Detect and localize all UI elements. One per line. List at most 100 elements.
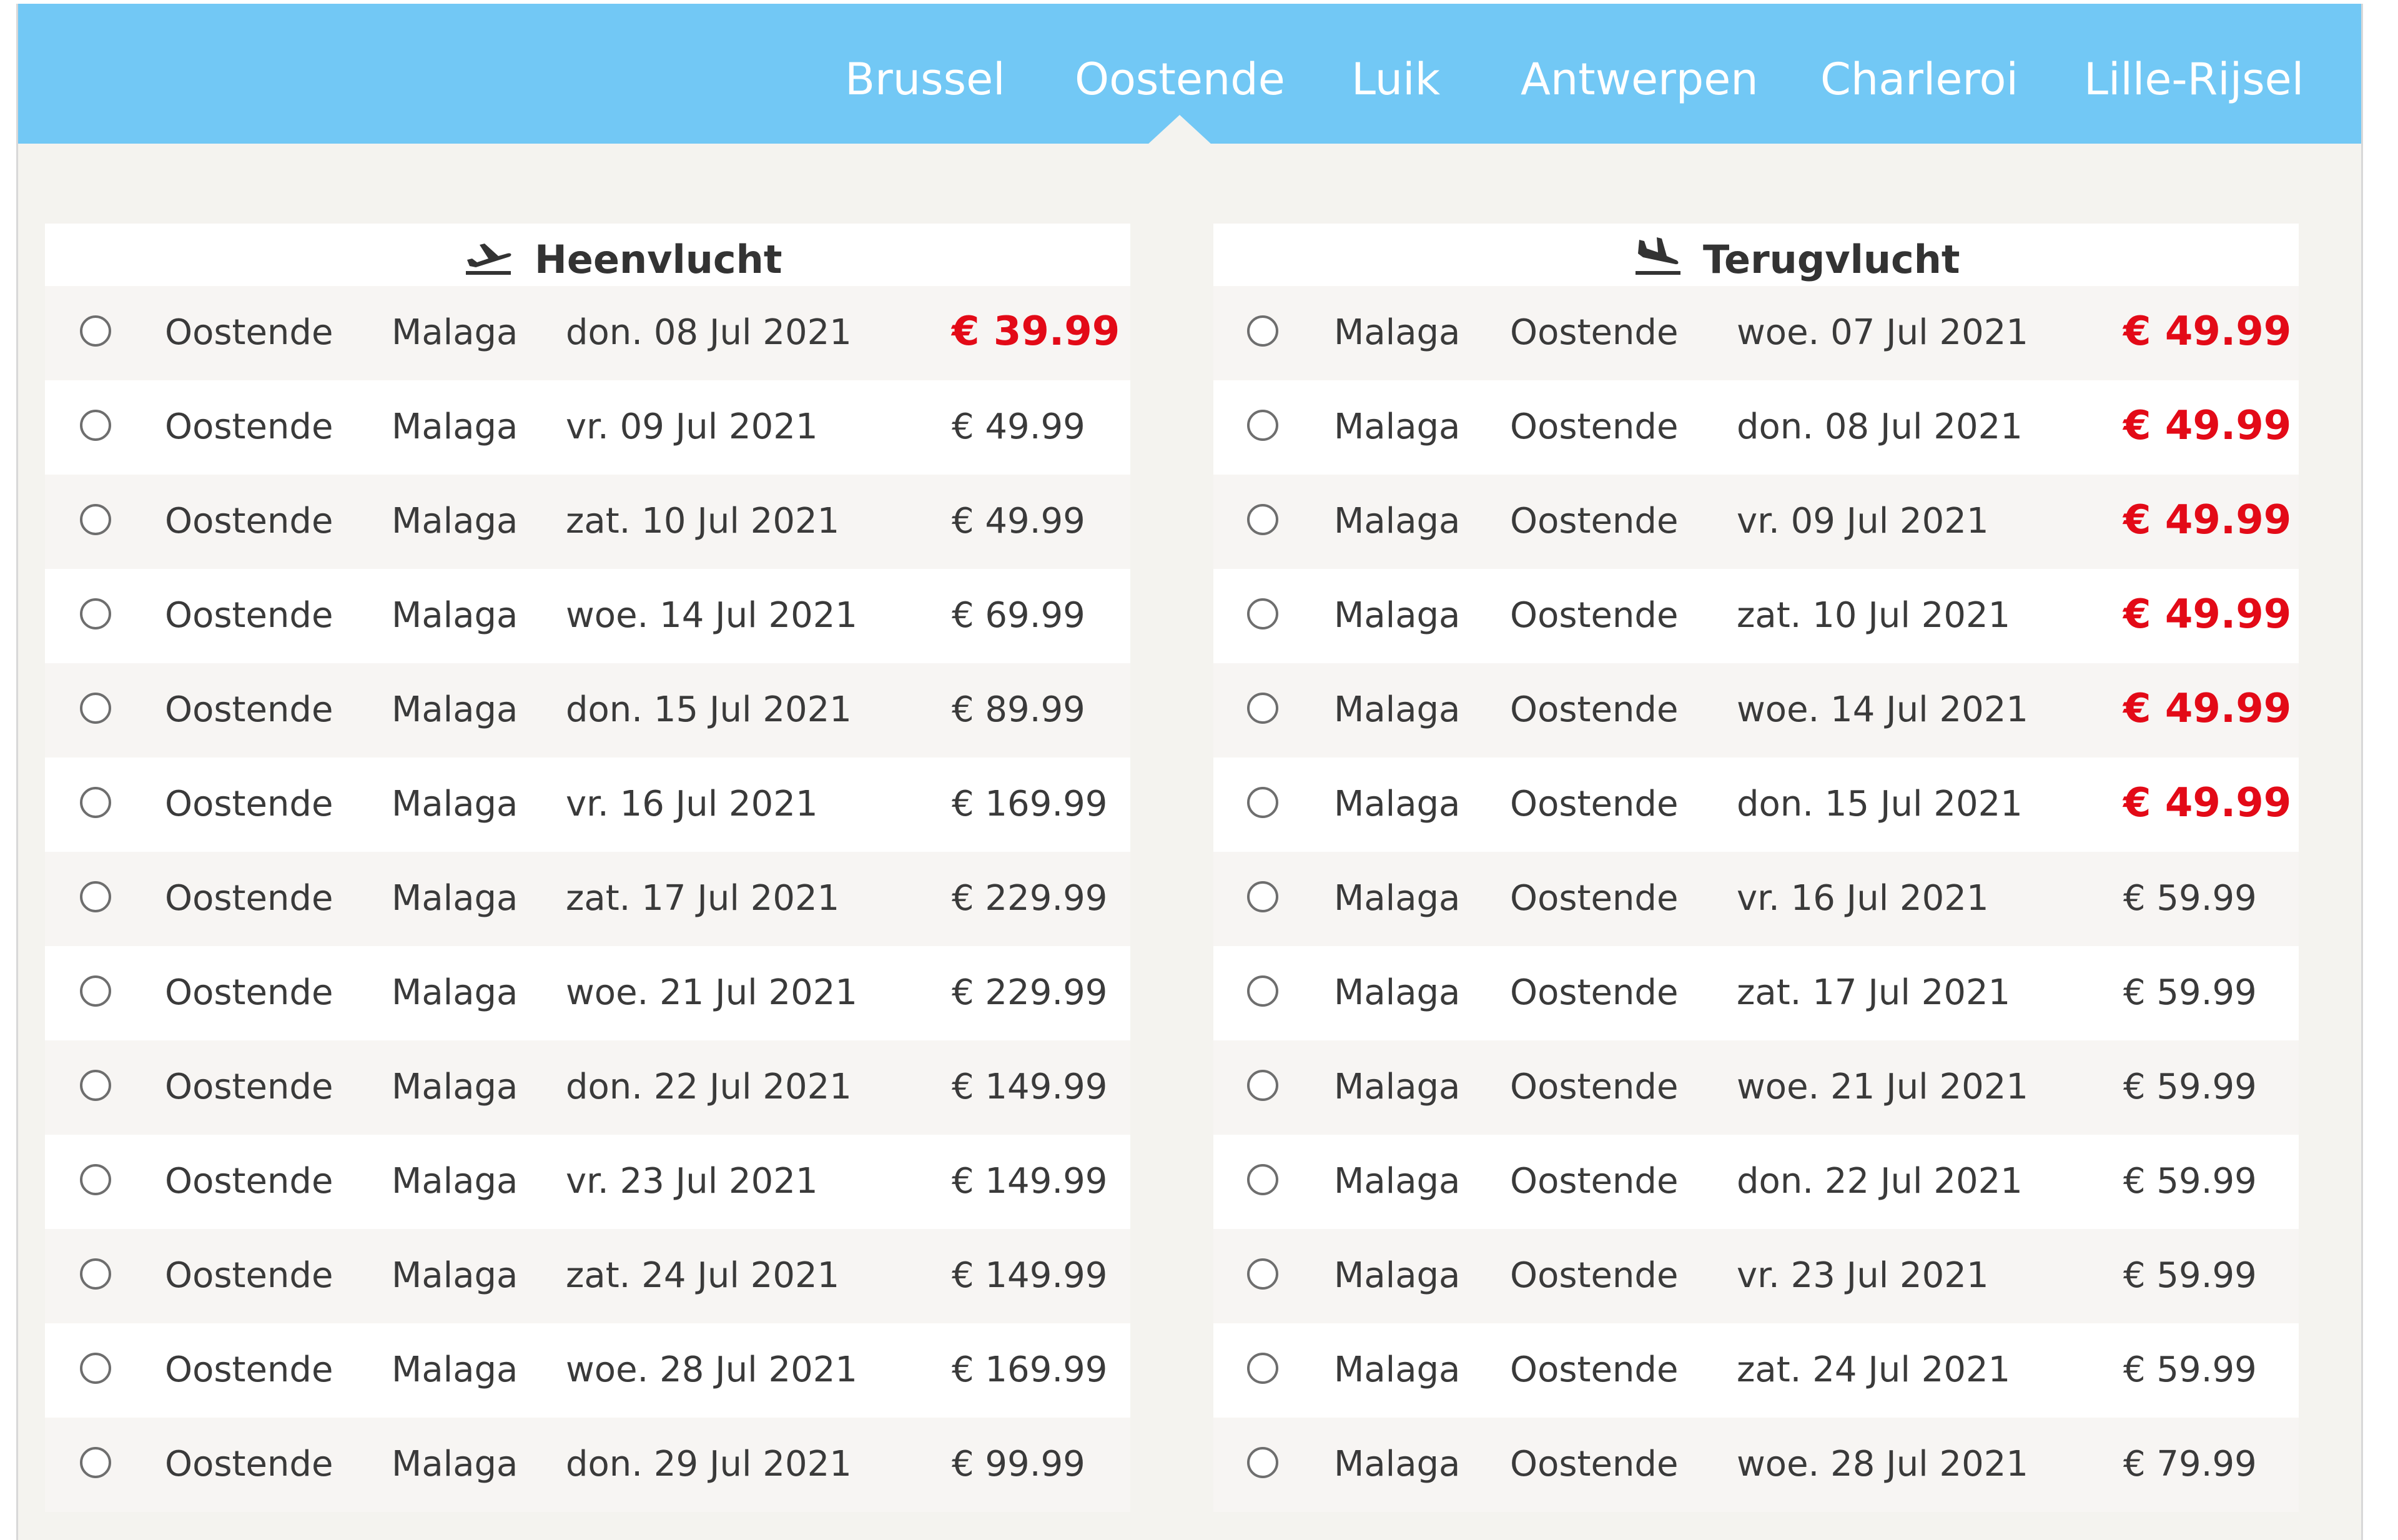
from-city: Oostende	[165, 312, 333, 353]
flight-price: € 49.99	[2123, 403, 2292, 449]
flight-price: € 59.99	[2123, 972, 2257, 1013]
tab-brussel[interactable]: Brussel	[845, 51, 1005, 107]
flight-price: € 59.99	[2123, 878, 2257, 919]
flight-radio-button[interactable]	[1247, 1353, 1278, 1384]
flight-row[interactable]: Oostende Malaga don. 08 Jul 2021 € 39.99	[45, 286, 1130, 380]
from-city: Oostende	[165, 407, 333, 447]
flight-price: € 89.99	[952, 689, 1085, 730]
tab-charleroi[interactable]: Charleroi	[1820, 51, 2018, 107]
flight-radio-button[interactable]	[80, 1164, 111, 1195]
to-city: Oostende	[1510, 784, 1679, 824]
flight-row[interactable]: Oostende Malaga zat. 24 Jul 2021 € 149.99	[45, 1229, 1130, 1323]
to-city: Oostende	[1510, 407, 1679, 447]
flight-price: € 69.99	[952, 595, 1085, 636]
flight-row[interactable]: Malaga Oostende woe. 14 Jul 2021 € 49.99	[1213, 663, 2299, 758]
flight-radio-button[interactable]	[80, 1258, 111, 1290]
flight-date: zat. 10 Jul 2021	[1737, 595, 2011, 636]
flight-date: don. 08 Jul 2021	[1737, 407, 2023, 447]
flight-radio-button[interactable]	[80, 504, 111, 535]
flight-price: € 49.99	[2123, 591, 2292, 638]
flight-radio-button[interactable]	[1247, 1258, 1278, 1290]
flight-row[interactable]: Malaga Oostende zat. 24 Jul 2021 € 59.99	[1213, 1323, 2299, 1418]
flight-row[interactable]: Oostende Malaga don. 29 Jul 2021 € 99.99	[45, 1418, 1130, 1512]
flight-radio-button[interactable]	[80, 975, 111, 1007]
flight-row[interactable]: Oostende Malaga don. 15 Jul 2021 € 89.99	[45, 663, 1130, 758]
tab-lille-rijsel[interactable]: Lille-Rijsel	[2084, 51, 2304, 107]
flight-row[interactable]: Malaga Oostende vr. 09 Jul 2021 € 49.99	[1213, 475, 2299, 569]
flight-row[interactable]: Malaga Oostende don. 22 Jul 2021 € 59.99	[1213, 1135, 2299, 1229]
flight-radio-button[interactable]	[80, 787, 111, 818]
flight-date: don. 29 Jul 2021	[566, 1444, 852, 1484]
flight-radio-button[interactable]	[80, 693, 111, 724]
to-city: Oostende	[1510, 689, 1679, 730]
flight-row[interactable]: Oostende Malaga don. 22 Jul 2021 € 149.99	[45, 1040, 1130, 1135]
tab-antwerpen[interactable]: Antwerpen	[1521, 51, 1759, 107]
to-city: Oostende	[1510, 1444, 1679, 1484]
flight-row[interactable]: Oostende Malaga woe. 28 Jul 2021 € 169.99	[45, 1323, 1130, 1418]
flight-row[interactable]: Oostende Malaga vr. 23 Jul 2021 € 149.99	[45, 1135, 1130, 1229]
to-city: Oostende	[1510, 1350, 1679, 1390]
to-city: Malaga	[392, 595, 518, 636]
flight-price: € 169.99	[952, 1350, 1108, 1390]
flight-radio-button[interactable]	[1247, 1164, 1278, 1195]
to-city: Malaga	[392, 972, 518, 1013]
flight-price: € 49.99	[2123, 308, 2292, 355]
from-city: Malaga	[1334, 878, 1461, 919]
flight-price: € 59.99	[2123, 1350, 2257, 1390]
flight-radio-button[interactable]	[1247, 1070, 1278, 1101]
flight-row[interactable]: Oostende Malaga woe. 14 Jul 2021 € 69.99	[45, 569, 1130, 663]
flight-row[interactable]: Malaga Oostende vr. 23 Jul 2021 € 59.99	[1213, 1229, 2299, 1323]
tab-luik[interactable]: Luik	[1351, 51, 1440, 107]
flight-radio-button[interactable]	[1247, 787, 1278, 818]
flight-row[interactable]: Oostende Malaga zat. 10 Jul 2021 € 49.99	[45, 475, 1130, 569]
flight-radio-button[interactable]	[80, 1447, 111, 1478]
flight-radio-button[interactable]	[1247, 1447, 1278, 1478]
flight-radio-button[interactable]	[1247, 410, 1278, 441]
plane-arrival-icon	[1636, 237, 1680, 275]
flight-row[interactable]: Malaga Oostende woe. 21 Jul 2021 € 59.99	[1213, 1040, 2299, 1135]
to-city: Malaga	[392, 784, 518, 824]
flight-radio-button[interactable]	[1247, 975, 1278, 1007]
flight-radio-button[interactable]	[80, 1353, 111, 1384]
from-city: Oostende	[165, 595, 333, 636]
flight-row[interactable]: Oostende Malaga vr. 16 Jul 2021 € 169.99	[45, 758, 1130, 852]
flight-row[interactable]: Oostende Malaga zat. 17 Jul 2021 € 229.99	[45, 852, 1130, 946]
flight-radio-button[interactable]	[80, 881, 111, 912]
flight-radio-button[interactable]	[1247, 504, 1278, 535]
flight-radio-button[interactable]	[80, 410, 111, 441]
flight-row[interactable]: Malaga Oostende don. 08 Jul 2021 € 49.99	[1213, 380, 2299, 475]
flight-row[interactable]: Oostende Malaga vr. 09 Jul 2021 € 49.99	[45, 380, 1130, 475]
flight-radio-button[interactable]	[80, 598, 111, 629]
to-city: Malaga	[392, 407, 518, 447]
flight-date: woe. 07 Jul 2021	[1737, 312, 2029, 353]
flight-radio-button[interactable]	[1247, 693, 1278, 724]
flight-radio-button[interactable]	[80, 1070, 111, 1101]
from-city: Oostende	[165, 972, 333, 1013]
flight-row[interactable]: Malaga Oostende zat. 17 Jul 2021 € 59.99	[1213, 946, 2299, 1040]
flight-row[interactable]: Malaga Oostende woe. 28 Jul 2021 € 79.99	[1213, 1418, 2299, 1512]
from-city: Malaga	[1334, 1350, 1461, 1390]
flight-date: zat. 17 Jul 2021	[566, 878, 840, 919]
to-city: Oostende	[1510, 312, 1679, 353]
flight-date: don. 08 Jul 2021	[566, 312, 852, 353]
flight-date: vr. 16 Jul 2021	[1737, 878, 1989, 919]
flight-date: don. 22 Jul 2021	[566, 1067, 852, 1107]
tab-oostende[interactable]: Oostende	[1075, 51, 1285, 107]
flight-date: zat. 24 Jul 2021	[1737, 1350, 2011, 1390]
flight-radio-button[interactable]	[1247, 598, 1278, 629]
flight-row[interactable]: Malaga Oostende don. 15 Jul 2021 € 49.99	[1213, 758, 2299, 852]
flight-radio-button[interactable]	[1247, 315, 1278, 347]
from-city: Malaga	[1334, 407, 1461, 447]
flight-row[interactable]: Malaga Oostende vr. 16 Jul 2021 € 59.99	[1213, 852, 2299, 946]
from-city: Oostende	[165, 689, 333, 730]
flight-price: € 39.99	[952, 308, 1120, 355]
to-city: Malaga	[392, 1444, 518, 1484]
flight-row[interactable]: Malaga Oostende zat. 10 Jul 2021 € 49.99	[1213, 569, 2299, 663]
flight-date: don. 15 Jul 2021	[566, 689, 852, 730]
from-city: Oostende	[165, 1444, 333, 1484]
to-city: Malaga	[392, 1161, 518, 1202]
flight-row[interactable]: Malaga Oostende woe. 07 Jul 2021 € 49.99	[1213, 286, 2299, 380]
flight-radio-button[interactable]	[1247, 881, 1278, 912]
flight-radio-button[interactable]	[80, 315, 111, 347]
flight-row[interactable]: Oostende Malaga woe. 21 Jul 2021 € 229.99	[45, 946, 1130, 1040]
